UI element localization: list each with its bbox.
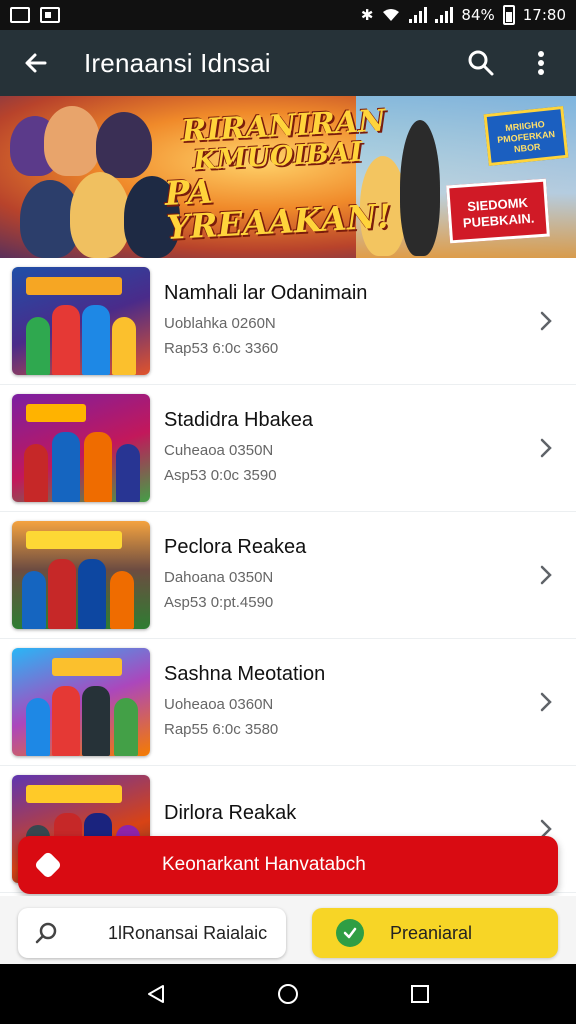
banner-character — [96, 112, 152, 178]
check-icon — [336, 919, 364, 947]
app-bar: Irenaansi Idnsai — [0, 30, 576, 96]
circle-home-icon — [278, 984, 298, 1004]
signal-icon — [409, 7, 428, 23]
thumbnail-character — [116, 444, 140, 502]
thumbnail-logo — [26, 531, 122, 549]
status-right: ✱ 84% 17:80 — [361, 5, 566, 25]
diamond-icon — [33, 850, 63, 880]
game-list: Namhali lar Odanimain Uoblahka 0260N Rap… — [0, 258, 576, 893]
list-item-title: Namhali lar Odanimain — [164, 281, 368, 304]
notification-icon — [40, 7, 60, 23]
banner-badge-blue: MRIIGHO PMOFERKAN NBOR — [483, 105, 569, 167]
app-bar-actions — [464, 46, 558, 80]
chevron-right-icon — [534, 690, 558, 714]
thumbnail-character — [84, 432, 112, 502]
list-item-subtitle: Uoblahka 0260N — [164, 314, 276, 332]
list-item-title: Dirlora Reakak — [164, 802, 297, 824]
banner-character — [70, 172, 130, 258]
chevron-right-icon — [534, 563, 558, 587]
primary-button-label: Preaniaral — [390, 922, 473, 943]
list-item-text: Namhali lar Odanimain Uoblahka 0260N Rap… — [164, 282, 534, 361]
game-thumbnail — [12, 267, 150, 375]
nav-back-button[interactable] — [136, 974, 176, 1014]
list-item[interactable]: Sashna Meotation Uoheaoa 0360N Rap55 6:0… — [0, 639, 576, 766]
chevron-right-icon — [534, 436, 558, 460]
thumbnail-logo — [26, 277, 122, 295]
list-item[interactable]: Stadidra Hbakea Cuheaoa 0350N Asp53 0:0c… — [0, 385, 576, 512]
list-item-title: Stadidra Hbakea — [164, 408, 313, 431]
game-thumbnail — [12, 648, 150, 756]
secondary-button-label: 1lRonansai Raialaic — [108, 922, 268, 943]
thumbnail-character — [114, 698, 138, 756]
thumbnail-character — [52, 305, 80, 375]
game-thumbnail — [12, 394, 150, 502]
status-bar: ✱ 84% 17:80 — [0, 0, 576, 30]
clock: 17:80 — [522, 6, 566, 24]
search-icon — [468, 50, 494, 76]
promo-banner[interactable]: RIRANIRAN KMUOIBAI PA YREAAKAN! MRIIGHO … — [0, 96, 576, 258]
search-icon — [35, 922, 57, 944]
page-title: Irenaansi Idnsai — [84, 47, 271, 78]
thumbnail-character — [26, 698, 50, 756]
thumbnail-character — [52, 686, 80, 756]
thumbnail-logo — [52, 658, 122, 676]
thumbnail-character — [110, 571, 134, 629]
cta-label: Keonarkant Hanvatabch — [162, 854, 366, 875]
status-left — [10, 7, 60, 23]
search-button[interactable] — [464, 46, 498, 80]
game-thumbnail — [12, 521, 150, 629]
list-item-text: Peclora Reakea Dahoana 0350N Asp53 0:pt.… — [164, 536, 534, 615]
thumbnail-character — [78, 559, 106, 629]
thumbnail-character — [52, 432, 80, 502]
thumbnail-character — [48, 559, 76, 629]
secondary-button[interactable]: 1lRonansai Raialaic — [18, 908, 286, 958]
thumbnail-character — [22, 571, 46, 629]
battery-percent: 84% — [461, 6, 495, 24]
triangle-back-icon — [148, 985, 164, 1003]
battery-icon — [502, 5, 515, 25]
arrow-left-icon — [25, 53, 47, 73]
list-item-subtitle: Cuheaoa 0350N — [164, 441, 274, 459]
more-options-button[interactable] — [524, 46, 558, 80]
list-item-meta: Asp53 0:pt.4590 — [164, 593, 274, 611]
list-item-subtitle: Uoheaoa 0360N — [164, 695, 274, 713]
primary-button[interactable]: Preaniaral — [312, 908, 558, 958]
list-item[interactable]: Namhali lar Odanimain Uoblahka 0260N Rap… — [0, 258, 576, 385]
list-item-subtitle: Dahoana 0350N — [164, 568, 274, 586]
list-item-meta: Rap53 6:0c 3360 — [164, 339, 279, 357]
banner-character — [44, 106, 100, 176]
list-item[interactable]: Peclora Reakea Dahoana 0350N Asp53 0:pt.… — [0, 512, 576, 639]
list-item-title: Sashna Meotation — [164, 662, 326, 685]
thumbnail-logo — [26, 785, 122, 803]
bluetooth-icon: ✱ — [360, 6, 374, 24]
banner-headline-line: PA YREAAKAN! — [163, 171, 393, 248]
list-item-text: Stadidra Hbakea Cuheaoa 0350N Asp53 0:0c… — [164, 409, 534, 488]
chevron-right-icon — [534, 309, 558, 333]
thumbnail-character — [82, 305, 110, 375]
bottom-button-row: 1lRonansai Raialaic Preaniaral — [0, 896, 576, 964]
thumbnail-character — [112, 317, 136, 375]
thumbnail-character — [26, 317, 50, 375]
list-item-title: Peclora Reakea — [164, 535, 307, 558]
nav-home-button[interactable] — [268, 974, 308, 1014]
list-item-meta: Rap55 6:0c 3580 — [164, 720, 279, 738]
list-item-meta: Asp53 0:0c 3590 — [164, 466, 277, 484]
back-button[interactable] — [18, 45, 54, 81]
nav-recents-button[interactable] — [400, 974, 440, 1014]
signal-2-icon — [435, 7, 454, 23]
more-vert-icon — [538, 51, 544, 75]
list-item-text: Sashna Meotation Uoheaoa 0360N Rap55 6:0… — [164, 663, 534, 742]
banner-badge-red: SIEDOMK PUEBKAIN. — [446, 178, 550, 244]
thumbnail-character — [82, 686, 110, 756]
thumbnail-character — [24, 444, 48, 502]
sim-icon — [10, 7, 30, 23]
thumbnail-logo — [26, 404, 86, 422]
wifi-icon — [383, 9, 400, 21]
cta-button[interactable]: Keonarkant Hanvatabch — [18, 836, 558, 894]
banner-headline: RIRANIRAN KMUOIBAI PA YREAAKAN! — [164, 103, 417, 247]
system-nav-bar — [0, 964, 576, 1024]
square-recents-icon — [411, 985, 429, 1003]
